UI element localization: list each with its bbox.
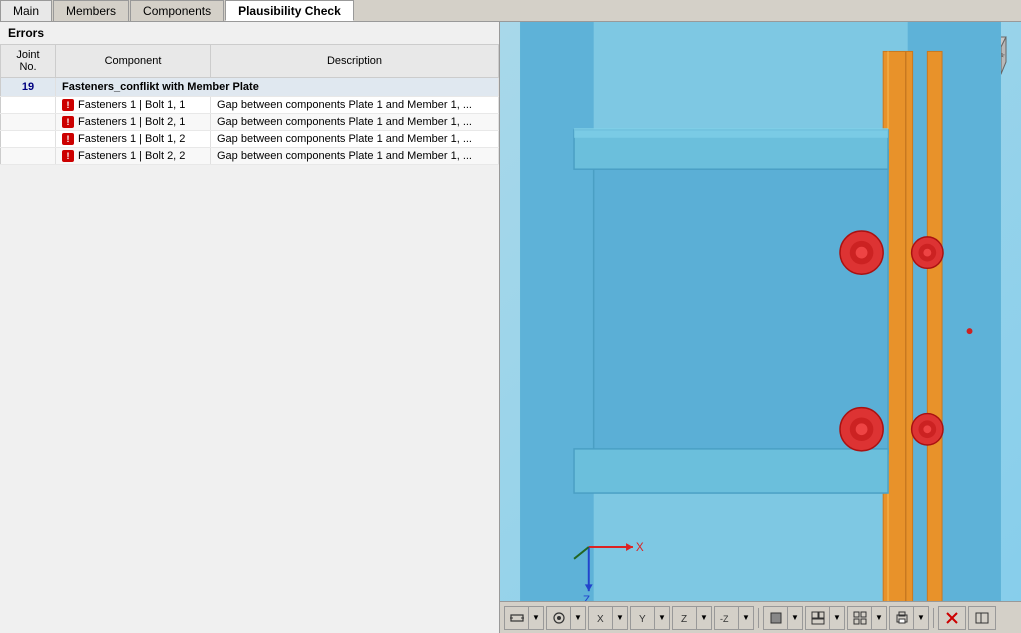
component-text: Fasteners 1 | Bolt 1, 2 — [78, 133, 185, 145]
print-icon — [890, 606, 914, 630]
table-row[interactable]: ! Fasteners 1 | Bolt 1, 1 Gap between co… — [1, 97, 499, 114]
description-cell: Gap between components Plate 1 and Membe… — [211, 114, 499, 131]
separator-2 — [933, 608, 934, 628]
component-cell: ! Fasteners 1 | Bolt 1, 2 — [56, 131, 211, 148]
view-z-dropdown[interactable]: Z ▼ — [672, 606, 712, 630]
joint-no-cell: 19 — [1, 78, 56, 97]
view-y-arrow[interactable]: ▼ — [655, 606, 669, 630]
viewport-dropdown[interactable]: ▼ — [805, 606, 845, 630]
layout-dropdown[interactable]: ▼ — [847, 606, 887, 630]
fit-all-arrow[interactable]: ▼ — [529, 606, 543, 630]
errors-header: Errors — [0, 22, 499, 45]
separator-1 — [758, 608, 759, 628]
group-name-cell: Fasteners_conflikt with Member Plate — [56, 78, 499, 97]
joint-no-empty — [1, 148, 56, 165]
svg-text:Y: Y — [639, 614, 646, 625]
print-dropdown[interactable]: ▼ — [889, 606, 929, 630]
error-icon: ! — [62, 150, 74, 162]
render-mode-dropdown[interactable]: ▼ — [763, 606, 803, 630]
view-z-icon: Z — [673, 606, 697, 630]
component-text: Fasteners 1 | Bolt 2, 1 — [78, 116, 185, 128]
view-neg-z-arrow[interactable]: ▼ — [739, 606, 753, 630]
3d-model-svg: X Z — [500, 22, 1021, 601]
view-neg-z-dropdown[interactable]: -Z ▼ — [714, 606, 754, 630]
main-layout: Errors JointNo. Component Description 19… — [0, 22, 1021, 633]
svg-text:Z: Z — [583, 594, 590, 601]
left-panel: Errors JointNo. Component Description 19… — [0, 22, 500, 633]
table-row[interactable]: ! Fasteners 1 | Bolt 1, 2 Gap between co… — [1, 131, 499, 148]
tab-members[interactable]: Members — [53, 0, 129, 21]
col-description: Description — [211, 45, 499, 78]
component-text: Fasteners 1 | Bolt 1, 1 — [78, 99, 185, 111]
layout-arrow[interactable]: ▼ — [872, 606, 886, 630]
svg-text:Z: Z — [681, 614, 687, 625]
view-x-dropdown[interactable]: X ▼ — [588, 606, 628, 630]
table-row[interactable]: ! Fasteners 1 | Bolt 2, 1 Gap between co… — [1, 114, 499, 131]
view-x-arrow[interactable]: ▼ — [613, 606, 627, 630]
description-cell: Gap between components Plate 1 and Membe… — [211, 97, 499, 114]
table-row[interactable]: ! Fasteners 1 | Bolt 2, 2 Gap between co… — [1, 148, 499, 165]
error-icon: ! — [62, 116, 74, 128]
tab-main[interactable]: Main — [0, 0, 52, 21]
view-y-dropdown[interactable]: Y ▼ — [630, 606, 670, 630]
component-text: Fasteners 1 | Bolt 2, 2 — [78, 150, 185, 162]
bottom-toolbar: ▼ ▼ X ▼ Y ▼ — [500, 601, 1021, 633]
table-header-row: JointNo. Component Description — [1, 45, 499, 78]
component-cell: ! Fasteners 1 | Bolt 2, 2 — [56, 148, 211, 165]
description-cell: Gap between components Plate 1 and Membe… — [211, 131, 499, 148]
svg-text:X: X — [597, 614, 604, 625]
svg-text:-Z: -Z — [720, 614, 729, 624]
joint-no-empty — [1, 114, 56, 131]
joint-no-empty — [1, 131, 56, 148]
render-mode-arrow[interactable]: ▼ — [788, 606, 802, 630]
viewport-icon — [806, 606, 830, 630]
panel-button[interactable] — [968, 606, 996, 630]
tab-bar: Main Members Components Plausibility Che… — [0, 0, 1021, 22]
render-mode-icon — [764, 606, 788, 630]
fit-all-dropdown[interactable]: ▼ — [504, 606, 544, 630]
right-panel: FRONT TOP R — [500, 22, 1021, 633]
view-x-icon: X — [589, 606, 613, 630]
component-cell: ! Fasteners 1 | Bolt 2, 1 — [56, 114, 211, 131]
col-joint-no: JointNo. — [1, 45, 56, 78]
table-container[interactable]: JointNo. Component Description 19 Fasten… — [0, 45, 499, 633]
tab-components[interactable]: Components — [130, 0, 224, 21]
viewport-arrow[interactable]: ▼ — [830, 606, 844, 630]
error-icon: ! — [62, 99, 74, 111]
joint-no-empty — [1, 97, 56, 114]
fit-all-icon — [505, 606, 529, 630]
view-select-dropdown[interactable]: ▼ — [546, 606, 586, 630]
component-cell: ! Fasteners 1 | Bolt 1, 1 — [56, 97, 211, 114]
view-select-icon — [547, 606, 571, 630]
print-arrow[interactable]: ▼ — [914, 606, 928, 630]
group-header-row[interactable]: 19 Fasteners_conflikt with Member Plate — [1, 78, 499, 97]
col-component: Component — [56, 45, 211, 78]
close-red-button[interactable] — [938, 606, 966, 630]
errors-table: JointNo. Component Description 19 Fasten… — [0, 45, 499, 165]
svg-text:X: X — [636, 541, 644, 554]
scene-container[interactable]: FRONT TOP R — [500, 22, 1021, 601]
view-select-arrow[interactable]: ▼ — [571, 606, 585, 630]
tab-plausibility-check[interactable]: Plausibility Check — [225, 0, 354, 21]
layout-icon — [848, 606, 872, 630]
view-neg-z-icon: -Z — [715, 606, 739, 630]
error-icon: ! — [62, 133, 74, 145]
view-z-arrow[interactable]: ▼ — [697, 606, 711, 630]
description-cell: Gap between components Plate 1 and Membe… — [211, 148, 499, 165]
view-y-icon: Y — [631, 606, 655, 630]
